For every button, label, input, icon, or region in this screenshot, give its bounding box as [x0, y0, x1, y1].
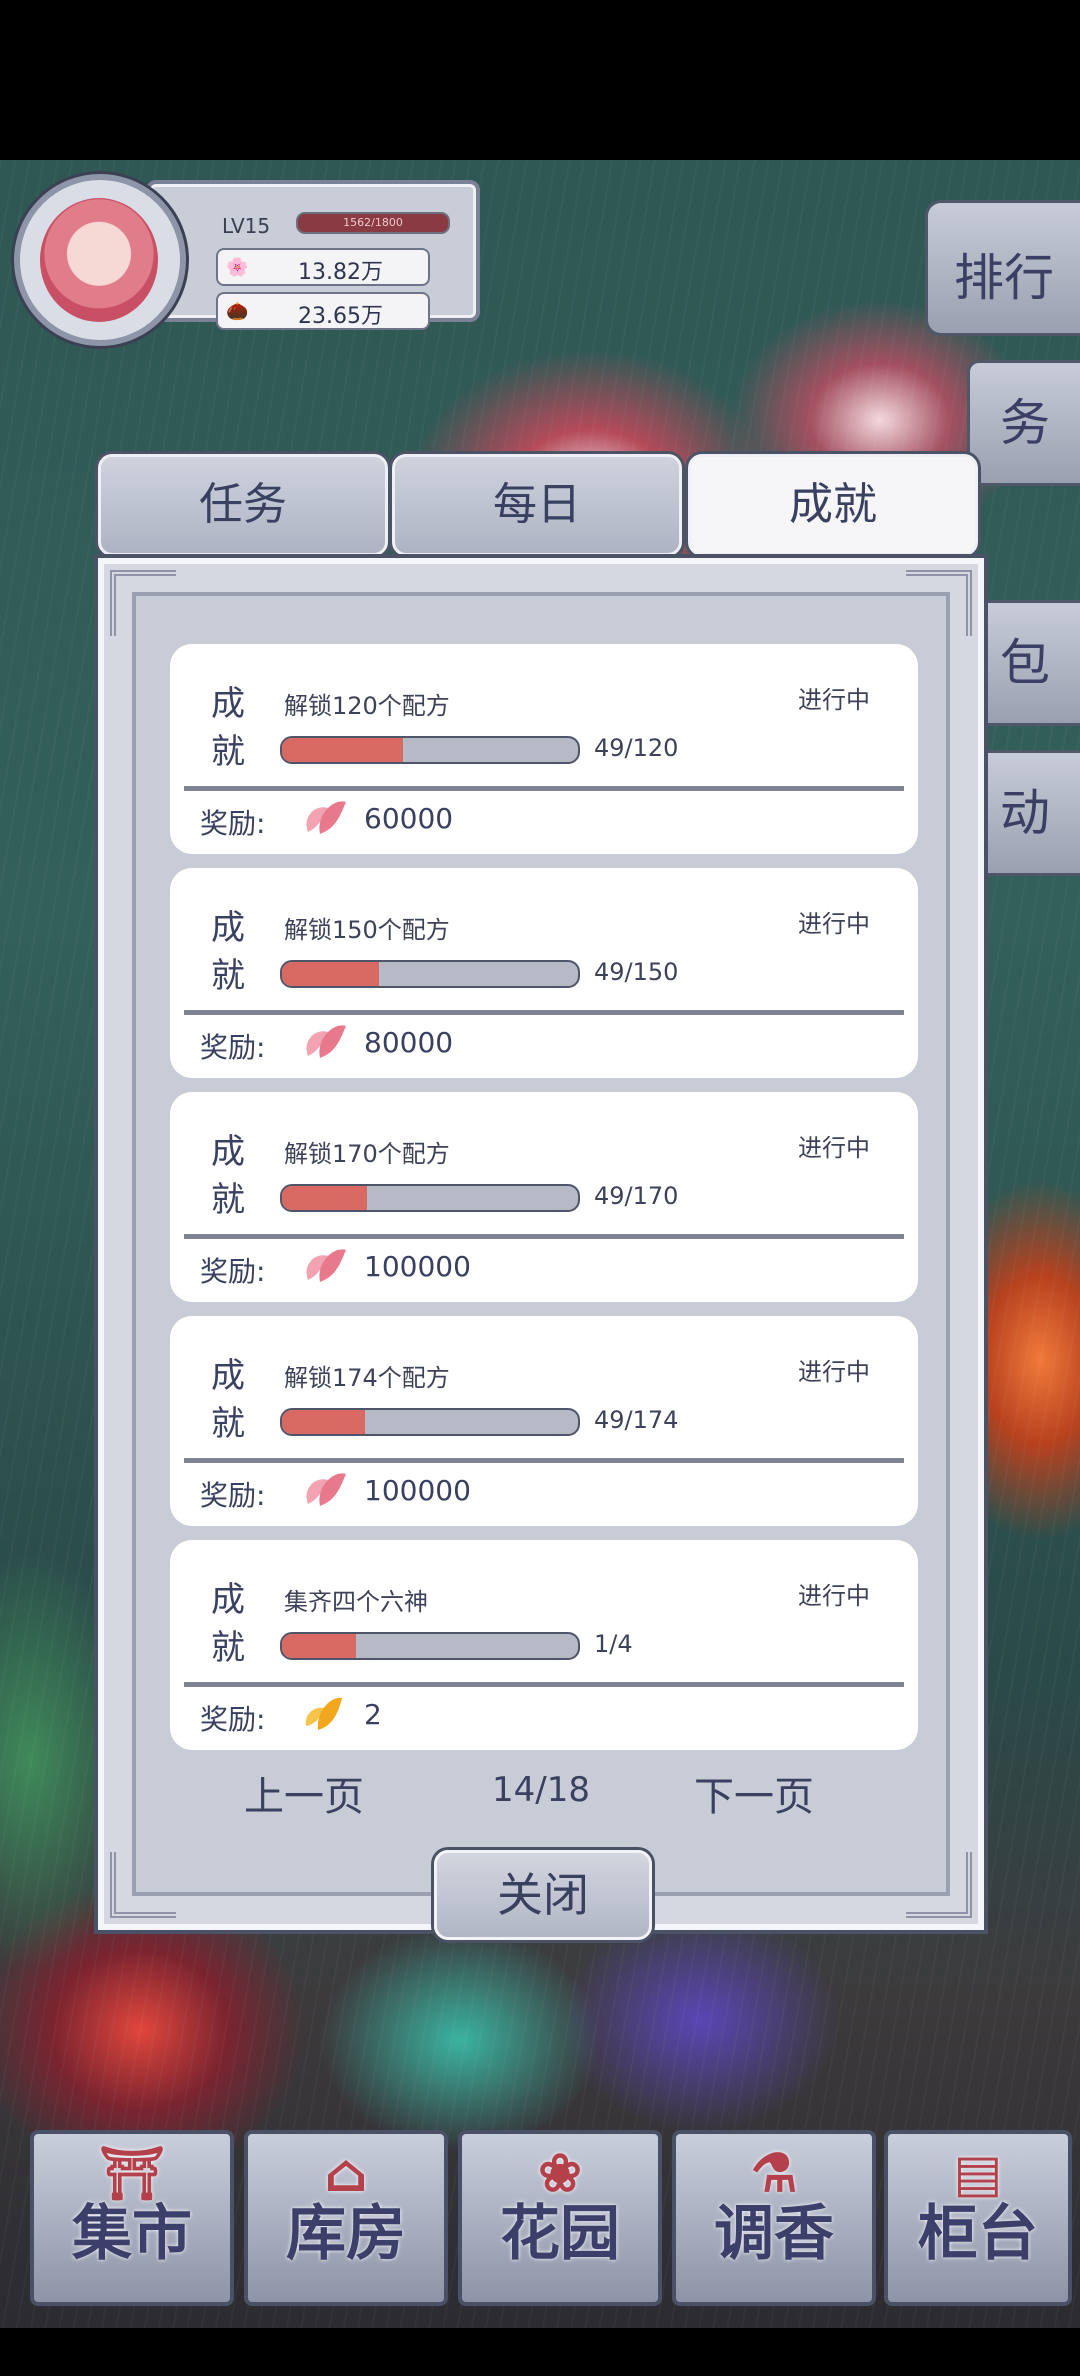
reward-amount: 100000: [364, 1250, 471, 1283]
reward-amount: 60000: [364, 802, 454, 835]
progress-fill: [282, 1634, 356, 1658]
bottom-nav: ⛩ 集市 ⌂ 库房 ❀ 花园 ⚗ 调香 ▤ 柜台: [0, 2120, 1080, 2306]
card-divider: [184, 1682, 904, 1687]
achievement-status: 进行中: [798, 1134, 870, 1162]
nav-perfume-button[interactable]: ⚗ 调香: [672, 2130, 876, 2306]
progress-bar: [280, 736, 580, 764]
achievement-card: 成就 解锁150个配方 进行中 49/150 奖励: 80000: [170, 868, 918, 1078]
nav-label: 柜台: [918, 2199, 1038, 2269]
progress-text: 49/174: [594, 1406, 679, 1434]
nav-warehouse-button[interactable]: ⌂ 库房: [244, 2130, 448, 2306]
tab-achievement[interactable]: 成就: [688, 454, 978, 556]
achievement-panel: 成就 解锁120个配方 进行中 49/120 奖励: 60000 成就 解锁15…: [98, 558, 984, 1930]
frame-corner-ornament: [110, 570, 176, 636]
progress-text: 1/4: [594, 1630, 633, 1658]
frame-corner-ornament: [110, 1852, 176, 1918]
nav-label: 调香: [714, 2199, 834, 2269]
card-divider: [184, 786, 904, 791]
reward-amount: 80000: [364, 1026, 454, 1059]
petal-icon: [306, 1249, 346, 1282]
tab-daily[interactable]: 每日: [392, 454, 682, 556]
progress-text: 49/120: [594, 734, 679, 762]
frame-corner-ornament: [906, 1852, 972, 1918]
progress-bar: [280, 1408, 580, 1436]
gold-leaf-icon: [305, 1697, 342, 1730]
tasks-side-button[interactable]: 务: [967, 360, 1080, 486]
card-divider: [184, 1234, 904, 1239]
card-type-label: 成就: [211, 1132, 245, 1220]
petal-icon: [306, 801, 346, 834]
seed-currency: 🌰 23.65万: [216, 292, 430, 330]
progress-fill: [282, 962, 379, 986]
reward-label: 奖励:: [200, 1031, 266, 1064]
achievement-title: 集齐四个六神: [284, 1588, 428, 1616]
progress-bar: [280, 1632, 580, 1660]
progress-fill: [282, 1410, 366, 1434]
card-divider: [184, 1458, 904, 1463]
rank-button[interactable]: 排行: [925, 200, 1080, 336]
achievement-title: 解锁120个配方: [284, 692, 450, 720]
xp-text: 1562/1800: [343, 216, 403, 229]
perfume-bottle-icon: ⚗: [750, 2143, 798, 2204]
achievement-title: 解锁174个配方: [284, 1364, 450, 1392]
card-divider: [184, 1010, 904, 1015]
market-gate-icon: ⛩: [98, 2143, 165, 2204]
progress-text: 49/170: [594, 1182, 679, 1210]
avatar[interactable]: [14, 174, 186, 346]
reward-label: 奖励:: [200, 807, 266, 840]
petal-amount: 13.82万: [298, 260, 383, 285]
progress-bar: [280, 960, 580, 988]
nav-label: 集市: [72, 2199, 192, 2269]
nav-label: 库房: [286, 2199, 406, 2269]
close-button[interactable]: 关闭: [434, 1850, 652, 1940]
seed-icon: 🌰: [226, 301, 249, 322]
achievement-title: 解锁150个配方: [284, 916, 450, 944]
avatar-portrait: [40, 198, 158, 322]
nav-counter-button[interactable]: ▤ 柜台: [884, 2130, 1072, 2306]
player-level: LV15: [222, 214, 271, 238]
counter-icon: ▤: [953, 2143, 1003, 2204]
achievement-card: 成就 解锁120个配方 进行中 49/120 奖励: 60000: [170, 644, 918, 854]
seed-amount: 23.65万: [298, 304, 383, 329]
frame-corner-ornament: [906, 570, 972, 636]
achievement-status: 进行中: [798, 910, 870, 938]
reward-label: 奖励:: [200, 1703, 266, 1736]
progress-fill: [282, 1186, 368, 1210]
achievement-status: 进行中: [798, 686, 870, 714]
card-type-label: 成就: [211, 1356, 245, 1444]
petal-icon: [306, 1473, 346, 1506]
next-page-button[interactable]: 下一页: [694, 1764, 814, 1822]
nav-garden-button[interactable]: ❀ 花园: [458, 2130, 662, 2306]
achievement-title: 解锁170个配方: [284, 1140, 450, 1168]
page-indicator: 14/18: [492, 1770, 590, 1810]
petal-icon: [306, 1025, 346, 1058]
nav-market-button[interactable]: ⛩ 集市: [30, 2130, 234, 2306]
reward-amount: 2: [364, 1698, 382, 1731]
achievement-card: 成就 集齐四个六神 进行中 1/4 奖励: 2: [170, 1540, 918, 1750]
reward-amount: 100000: [364, 1474, 471, 1507]
card-type-label: 成就: [211, 684, 245, 772]
xp-bar: 1562/1800: [296, 212, 450, 234]
card-type-label: 成就: [211, 1580, 245, 1668]
achievement-card: 成就 解锁174个配方 进行中 49/174 奖励: 100000: [170, 1316, 918, 1526]
achievement-card: 成就 解锁170个配方 进行中 49/170 奖励: 100000: [170, 1092, 918, 1302]
warehouse-icon: ⌂: [324, 2143, 368, 2204]
card-type-label: 成就: [211, 908, 245, 996]
tab-task[interactable]: 任务: [98, 454, 388, 556]
reward-label: 奖励:: [200, 1255, 266, 1288]
achievement-status: 进行中: [798, 1582, 870, 1610]
petal-icon: 🌸: [226, 257, 249, 278]
petal-currency: 🌸 13.82万: [216, 248, 430, 286]
progress-fill: [282, 738, 403, 762]
rose-icon: ❀: [538, 2143, 582, 2204]
nav-label: 花园: [500, 2199, 620, 2269]
achievement-status: 进行中: [798, 1358, 870, 1386]
reward-label: 奖励:: [200, 1479, 266, 1512]
progress-bar: [280, 1184, 580, 1212]
progress-text: 49/150: [594, 958, 679, 986]
